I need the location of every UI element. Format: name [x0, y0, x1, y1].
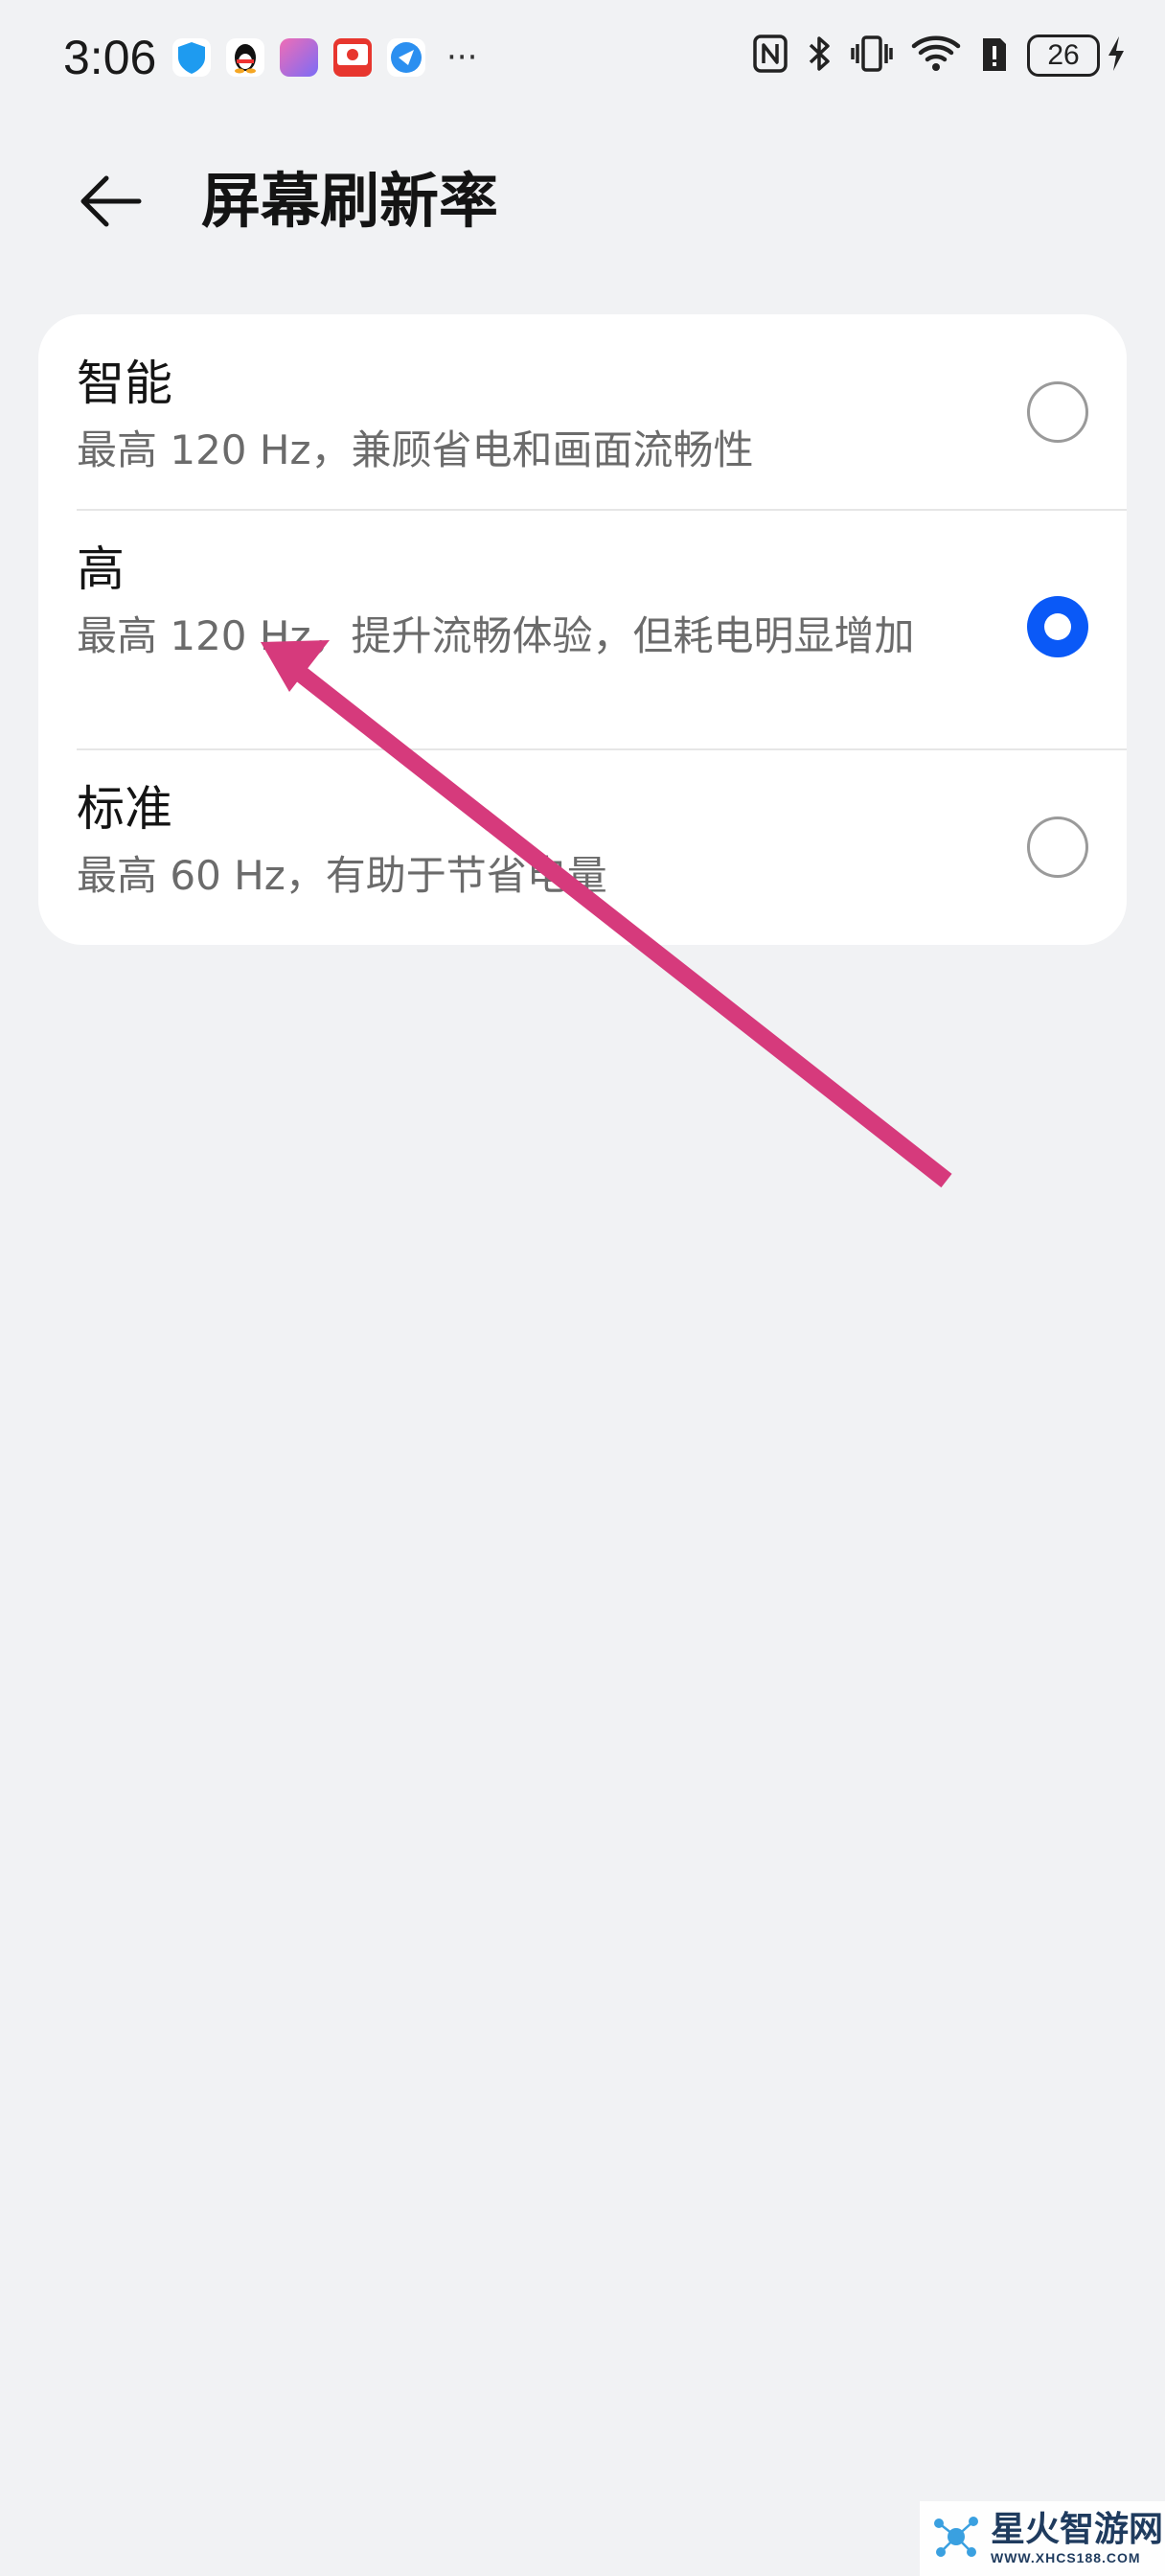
- status-bar: 3:06 ··· 26: [0, 0, 1165, 115]
- option-description: 最高 60 Hz，有助于节省电量: [77, 852, 607, 899]
- vibrate-icon: [851, 33, 893, 79]
- battery-indicator: 26: [1027, 33, 1127, 79]
- watermark: 星火智游网 WWW.XHCS188.COM: [920, 2501, 1165, 2576]
- molecule-logo-icon: [929, 2510, 983, 2567]
- watermark-url: WWW.XHCS188.COM: [991, 2550, 1141, 2565]
- qq-icon: [226, 38, 264, 77]
- arrow-left-icon: [80, 175, 142, 227]
- option-high[interactable]: 高 最高 120 Hz，提升流畅体验，但耗电明显增加: [38, 510, 1127, 749]
- system-icons: 26: [751, 33, 1127, 79]
- option-title: 高: [77, 541, 125, 597]
- browser-icon: [387, 38, 425, 77]
- radio-button-selected[interactable]: [1027, 596, 1088, 657]
- option-title: 智能: [77, 356, 172, 411]
- page-header: 屏幕刷新率: [0, 153, 1165, 249]
- radio-button[interactable]: [1027, 381, 1088, 443]
- calendar-app-icon: [333, 38, 372, 77]
- refresh-rate-options-card: 智能 最高 120 Hz，兼顾省电和画面流畅性 高 最高 120 Hz，提升流畅…: [38, 314, 1127, 945]
- page-title: 屏幕刷新率: [201, 166, 499, 236]
- notification-icons: ···: [172, 38, 477, 77]
- app-icon: [280, 38, 318, 77]
- radio-button[interactable]: [1027, 816, 1088, 878]
- option-smart[interactable]: 智能 最高 120 Hz，兼顾省电和画面流畅性: [38, 314, 1127, 510]
- bluetooth-icon: [807, 33, 834, 79]
- option-description: 最高 120 Hz，提升流畅体验，但耗电明显增加: [77, 612, 915, 659]
- option-title: 标准: [77, 781, 172, 837]
- option-standard[interactable]: 标准 最高 60 Hz，有助于节省电量: [38, 749, 1127, 945]
- battery-level: 26: [1027, 34, 1100, 77]
- radio-dot: [1044, 613, 1071, 640]
- shield-app-icon: [172, 38, 211, 77]
- more-notifications-icon: ···: [446, 38, 478, 77]
- back-button[interactable]: [69, 167, 149, 236]
- watermark-name: 星火智游网: [991, 2510, 1164, 2549]
- sim-alert-icon: [979, 33, 1010, 79]
- charging-icon: [1106, 33, 1127, 79]
- wifi-icon: [910, 33, 962, 79]
- option-description: 最高 120 Hz，兼顾省电和画面流畅性: [77, 426, 754, 473]
- status-time: 3:06: [63, 31, 157, 84]
- nfc-icon: [751, 33, 789, 79]
